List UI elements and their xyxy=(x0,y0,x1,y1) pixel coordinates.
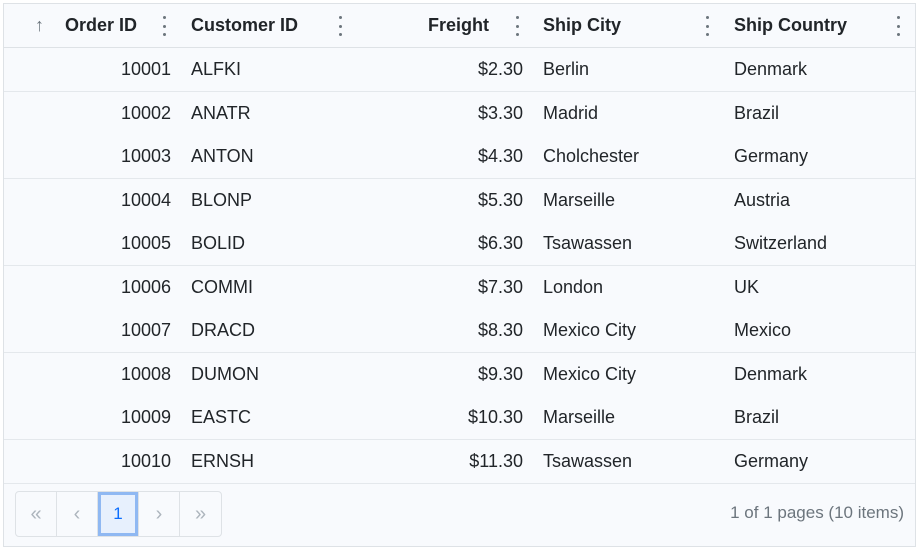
cell-freight: $6.30 xyxy=(477,233,523,253)
grid-header: ↑ Order ID Customer ID Freight Ship City… xyxy=(4,4,915,48)
cell-ship-country: Brazil xyxy=(734,407,780,427)
cell-freight: $11.30 xyxy=(469,450,523,471)
cell-ship-city: Mexico City xyxy=(543,363,637,384)
data-grid: ↑ Order ID Customer ID Freight Ship City… xyxy=(3,3,916,547)
cell-ship-country: Switzerland xyxy=(734,233,828,253)
cell-order-id: 10001 xyxy=(120,59,171,79)
cell-ship-city: Tsawassen xyxy=(543,233,633,253)
table-row[interactable]: 10009 EASTC $10.30 Marseille Brazil xyxy=(4,396,915,440)
column-header-order-id[interactable]: Order ID xyxy=(65,4,137,47)
table-row[interactable]: 10006 COMMI $7.30 London UK xyxy=(4,265,915,310)
cell-ship-country: Austria xyxy=(734,189,791,210)
pager-info: 1 of 1 pages (10 items) xyxy=(730,503,904,522)
column-header-label: Order ID xyxy=(65,15,138,35)
cell-ship-city: Mexico City xyxy=(543,320,637,340)
pager-buttons: « ‹ 1 › » xyxy=(15,491,222,537)
cell-freight: $2.30 xyxy=(477,59,523,79)
column-menu-icon[interactable] xyxy=(702,16,712,36)
cell-ship-country: Brazil xyxy=(734,102,780,123)
previous-page-button[interactable]: ‹ xyxy=(57,492,98,536)
cell-ship-country: Germany xyxy=(734,146,809,166)
column-header-label: Freight xyxy=(428,15,489,35)
next-page-button[interactable]: › xyxy=(139,492,180,536)
arrow-up-icon[interactable]: ↑ xyxy=(35,15,44,36)
cell-order-id: 10003 xyxy=(120,146,171,166)
cell-ship-city: Berlin xyxy=(543,59,590,79)
column-header-ship-country[interactable]: Ship Country xyxy=(734,4,847,47)
cell-customer-id: DRACD xyxy=(191,320,256,340)
table-row[interactable]: 10007 DRACD $8.30 Mexico City Mexico xyxy=(4,309,915,353)
cell-freight: $5.30 xyxy=(477,189,523,210)
cell-ship-city: Cholchester xyxy=(543,146,640,166)
cell-ship-country: UK xyxy=(734,276,760,297)
cell-order-id: 10002 xyxy=(120,102,171,123)
cell-customer-id: ALFKI xyxy=(191,59,242,79)
cell-customer-id: ANTON xyxy=(191,146,254,166)
column-menu-icon[interactable] xyxy=(512,16,522,36)
cell-freight: $8.30 xyxy=(477,320,523,340)
column-header-customer-id[interactable]: Customer ID xyxy=(191,4,298,47)
cell-ship-country: Denmark xyxy=(734,59,808,79)
cell-freight: $4.30 xyxy=(477,146,523,166)
cell-customer-id: EASTC xyxy=(191,407,252,427)
cell-freight: $3.30 xyxy=(477,102,523,123)
table-row[interactable]: 10002 ANATR $3.30 Madrid Brazil xyxy=(4,91,915,136)
pager: « ‹ 1 › » 1 of 1 pages (10 items) xyxy=(4,481,915,546)
first-page-button[interactable]: « xyxy=(16,492,57,536)
cell-ship-city: Madrid xyxy=(543,102,599,123)
cell-order-id: 10005 xyxy=(120,233,171,253)
cell-ship-country: Germany xyxy=(734,450,809,471)
cell-ship-city: Marseille xyxy=(543,189,616,210)
column-menu-icon[interactable] xyxy=(893,16,903,36)
cell-customer-id: ERNSH xyxy=(191,450,255,471)
column-menu-icon[interactable] xyxy=(159,16,169,36)
cell-order-id: 10010 xyxy=(120,450,171,471)
cell-order-id: 10007 xyxy=(120,320,171,340)
column-header-label: Ship Country xyxy=(734,15,847,35)
table-row[interactable]: 10008 DUMON $9.30 Mexico City Denmark xyxy=(4,352,915,397)
cell-freight: $9.30 xyxy=(477,363,523,384)
column-header-freight[interactable]: Freight xyxy=(384,4,489,47)
last-page-button[interactable]: » xyxy=(180,492,221,536)
page-number-button[interactable]: 1 xyxy=(98,492,139,536)
table-row[interactable]: 10004 BLONP $5.30 Marseille Austria xyxy=(4,178,915,223)
table-row[interactable]: 10003 ANTON $4.30 Cholchester Germany xyxy=(4,135,915,179)
cell-order-id: 10006 xyxy=(120,276,171,297)
cell-customer-id: DUMON xyxy=(191,363,259,384)
cell-customer-id: COMMI xyxy=(191,276,253,297)
table-row[interactable]: 10005 BOLID $6.30 Tsawassen Switzerland xyxy=(4,222,915,266)
cell-ship-city: London xyxy=(543,276,604,297)
cell-ship-country: Denmark xyxy=(734,363,808,384)
table-row[interactable]: 10001 ALFKI $2.30 Berlin Denmark xyxy=(4,48,915,92)
cell-order-id: 10008 xyxy=(120,363,171,384)
column-menu-icon[interactable] xyxy=(335,16,345,36)
cell-customer-id: BOLID xyxy=(191,233,246,253)
cell-customer-id: ANATR xyxy=(191,102,251,123)
column-header-ship-city[interactable]: Ship City xyxy=(543,4,621,47)
cell-order-id: 10004 xyxy=(120,189,171,210)
table-row[interactable]: 10010 ERNSH $11.30 Tsawassen Germany xyxy=(4,439,915,484)
cell-order-id: 10009 xyxy=(120,407,171,427)
cell-ship-country: Mexico xyxy=(734,320,792,340)
cell-customer-id: BLONP xyxy=(191,189,253,210)
cell-ship-city: Tsawassen xyxy=(543,450,633,471)
cell-freight: $10.30 xyxy=(467,407,523,427)
cell-ship-city: Marseille xyxy=(543,407,616,427)
column-header-label: Customer ID xyxy=(191,15,299,35)
cell-freight: $7.30 xyxy=(477,276,523,297)
column-header-label: Ship City xyxy=(543,15,622,35)
